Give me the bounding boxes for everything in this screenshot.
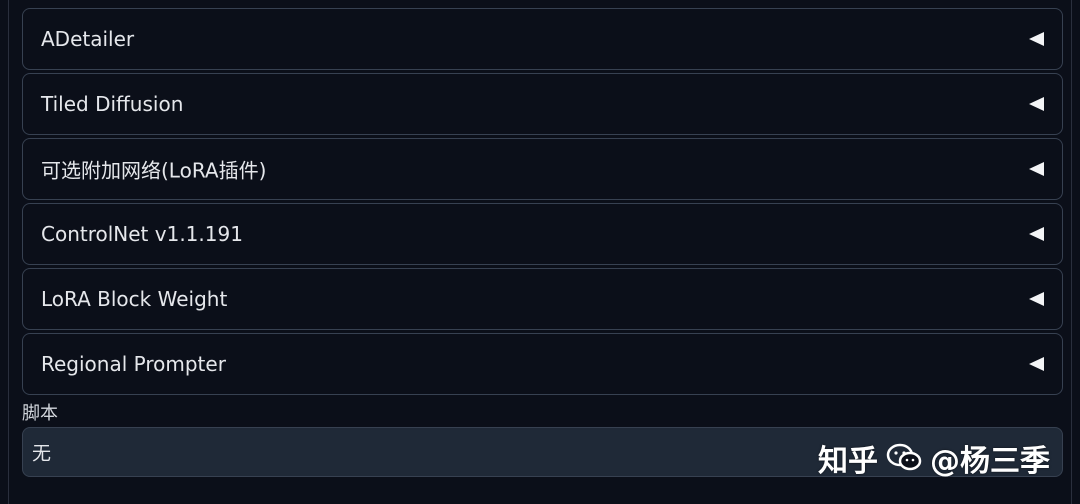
panel-left-border — [8, 0, 9, 504]
accordion-label: ADetailer — [41, 27, 135, 51]
accordion-lora-block-weight[interactable]: LoRA Block Weight — [22, 268, 1063, 330]
script-label: 脚本 — [22, 403, 58, 424]
collapse-arrow-icon — [1029, 292, 1044, 306]
panel-right-border — [1071, 0, 1072, 504]
watermark-platform: 知乎 — [818, 444, 878, 479]
extensions-panel: ADetailer Tiled Diffusion 可选附加网络(LoRA插件)… — [0, 0, 1080, 504]
accordion-label: Tiled Diffusion — [41, 92, 184, 116]
wechat-icon — [886, 443, 922, 471]
watermark: 知乎 @杨三季 — [818, 436, 1050, 480]
accordion-controlnet[interactable]: ControlNet v1.1.191 — [22, 203, 1063, 265]
accordion-adetailer[interactable]: ADetailer — [22, 8, 1063, 70]
collapse-arrow-icon — [1029, 227, 1044, 241]
accordion-additional-networks[interactable]: 可选附加网络(LoRA插件) — [22, 138, 1063, 200]
accordion-tiled-diffusion[interactable]: Tiled Diffusion — [22, 73, 1063, 135]
watermark-handle: @杨三季 — [930, 444, 1050, 479]
collapse-arrow-icon — [1029, 357, 1044, 371]
accordion-regional-prompter[interactable]: Regional Prompter — [22, 333, 1063, 395]
accordion-label: Regional Prompter — [41, 352, 226, 376]
collapse-arrow-icon — [1029, 162, 1044, 176]
collapse-arrow-icon — [1029, 97, 1044, 111]
accordion-label: 可选附加网络(LoRA插件) — [41, 158, 267, 183]
accordion-label: LoRA Block Weight — [41, 287, 228, 311]
script-select-value: 无 — [32, 442, 52, 465]
accordion-label: ControlNet v1.1.191 — [41, 222, 243, 246]
collapse-arrow-icon — [1029, 32, 1044, 46]
